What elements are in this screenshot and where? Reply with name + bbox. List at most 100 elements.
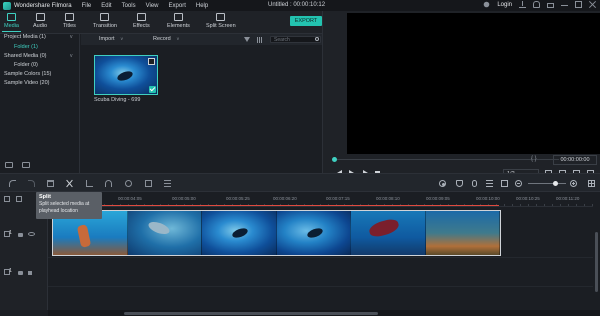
- green-screen-icon[interactable]: [145, 180, 152, 187]
- zoom-slider[interactable]: [528, 183, 566, 184]
- color-icon[interactable]: [125, 180, 132, 187]
- library-item-folder[interactable]: Folder (1): [14, 44, 38, 50]
- thumbnail-subject: [116, 69, 134, 83]
- maximize-icon[interactable]: [575, 1, 582, 8]
- transition-icon: [100, 13, 110, 21]
- preview-panel: { } 00:00:00:00 1/2v: [322, 11, 600, 178]
- timeline-progress-line: [52, 205, 499, 206]
- speed-icon[interactable]: [105, 180, 112, 187]
- mark-in-out-icon[interactable]: { }: [531, 156, 537, 162]
- horizontal-scrollbar-thumb[interactable]: [124, 312, 378, 315]
- library-item-shared-media[interactable]: Shared Media (0): [4, 53, 47, 59]
- render-icon[interactable]: [439, 180, 446, 187]
- frame-subject: [231, 226, 249, 240]
- scrubber-handle[interactable]: [332, 157, 337, 162]
- audio-track-label: 1: [9, 268, 13, 274]
- redo-icon[interactable]: [28, 180, 35, 187]
- vertical-scrollbar-thumb[interactable]: [595, 232, 598, 292]
- chevron-down-icon: v: [176, 36, 179, 41]
- eye-icon[interactable]: [28, 232, 35, 236]
- ruler-label: 00:00:11:20: [556, 196, 580, 201]
- library-item-shared-folder[interactable]: Folder (0): [14, 62, 38, 68]
- split-icon[interactable]: [66, 180, 73, 187]
- tab-media[interactable]: Media: [2, 13, 21, 32]
- voiceover-icon[interactable]: [472, 180, 477, 187]
- download-icon[interactable]: [519, 1, 526, 8]
- timeline-toolbar: [0, 173, 600, 192]
- tab-elements[interactable]: Elements: [167, 13, 190, 29]
- bell-icon[interactable]: [533, 1, 540, 8]
- menu-tools[interactable]: Tools: [122, 3, 136, 9]
- menu-help[interactable]: Help: [196, 3, 208, 9]
- library-item-sample-colors[interactable]: Sample Colors (15): [4, 71, 51, 77]
- chevron-down-icon[interactable]: v: [70, 34, 73, 40]
- filter-icon[interactable]: [244, 37, 250, 42]
- ruler-label: 00:00:04:05: [118, 196, 142, 201]
- mail-icon[interactable]: [547, 2, 554, 8]
- titles-icon: [64, 13, 74, 21]
- close-icon[interactable]: [589, 1, 596, 8]
- fit-icon[interactable]: [501, 180, 508, 187]
- ruler-label: 00:00:05:00: [172, 196, 196, 201]
- clip-type-icon: [148, 58, 155, 65]
- tab-effects[interactable]: Effects: [133, 13, 150, 29]
- import-dropdown[interactable]: Import v: [99, 36, 123, 42]
- effects-icon: [136, 13, 146, 21]
- open-folder-icon[interactable]: [22, 162, 30, 168]
- speaker-icon[interactable]: [28, 271, 32, 275]
- crop-icon[interactable]: [86, 180, 93, 187]
- timeline-clip[interactable]: [52, 210, 501, 256]
- tab-titles-label: Titles: [63, 23, 76, 29]
- marker-icon[interactable]: [456, 180, 463, 187]
- grid-view-icon[interactable]: [257, 37, 263, 43]
- video-track-label: 1: [9, 230, 13, 236]
- media-thumbnail[interactable]: [94, 55, 158, 95]
- zoom-slider-handle[interactable]: [553, 181, 558, 186]
- menu-export[interactable]: Export: [169, 3, 186, 9]
- zoom-out-icon[interactable]: [515, 180, 522, 187]
- mixer-icon[interactable]: [486, 180, 493, 187]
- search-input[interactable]: [270, 36, 321, 43]
- add-track-icon[interactable]: [588, 180, 595, 187]
- undo-icon[interactable]: [9, 180, 16, 187]
- audio-icon: [35, 13, 45, 21]
- tab-split-screen[interactable]: Split Screen: [206, 13, 236, 29]
- tab-titles[interactable]: Titles: [63, 13, 76, 29]
- checkmark-icon: [149, 86, 156, 93]
- menu-view[interactable]: View: [146, 3, 159, 9]
- title-bar: Wondershare Filmora File Edit Tools View…: [0, 0, 600, 11]
- tab-audio-label: Audio: [33, 23, 48, 29]
- tooltip-body: Split selected media at playhead locatio…: [39, 201, 90, 214]
- delete-icon[interactable]: [47, 180, 54, 187]
- lock-icon[interactable]: [18, 233, 23, 237]
- link-icon[interactable]: [16, 196, 22, 202]
- clip-frame: [276, 211, 351, 255]
- lock-icon[interactable]: [18, 271, 23, 275]
- chevron-down-icon[interactable]: v: [70, 53, 73, 59]
- audio-track: [48, 259, 593, 287]
- module-toolbar: Media Audio Titles Transition Effects El…: [0, 11, 322, 34]
- add-track-icon[interactable]: [4, 196, 10, 202]
- preview-scrubber[interactable]: [335, 159, 559, 160]
- menu-file[interactable]: File: [82, 3, 92, 9]
- adjust-icon[interactable]: [164, 180, 171, 187]
- clip-frame: [127, 211, 202, 255]
- app-name: Wondershare Filmora: [14, 2, 72, 9]
- library-item-sample-video[interactable]: Sample Video (20): [4, 80, 49, 86]
- search-icon[interactable]: [315, 37, 319, 41]
- minimize-icon[interactable]: [561, 1, 568, 8]
- library-item-project-media[interactable]: Project Media (1): [4, 34, 46, 40]
- user-icon[interactable]: [484, 1, 490, 8]
- split-screen-icon: [216, 13, 226, 21]
- login-link[interactable]: Login: [497, 2, 512, 8]
- record-dropdown[interactable]: Record v: [153, 36, 179, 42]
- media-toolbar: Import v Record v: [81, 34, 322, 45]
- ruler-label: 00:00:10:00: [476, 196, 500, 201]
- tab-transition[interactable]: Transition: [93, 13, 117, 29]
- export-button[interactable]: EXPORT: [290, 16, 322, 26]
- zoom-in-icon[interactable]: [570, 180, 577, 187]
- menu-edit[interactable]: Edit: [101, 3, 111, 9]
- new-folder-icon[interactable]: [5, 162, 13, 168]
- tooltip-title: Split: [39, 194, 51, 200]
- tab-audio[interactable]: Audio: [33, 13, 47, 29]
